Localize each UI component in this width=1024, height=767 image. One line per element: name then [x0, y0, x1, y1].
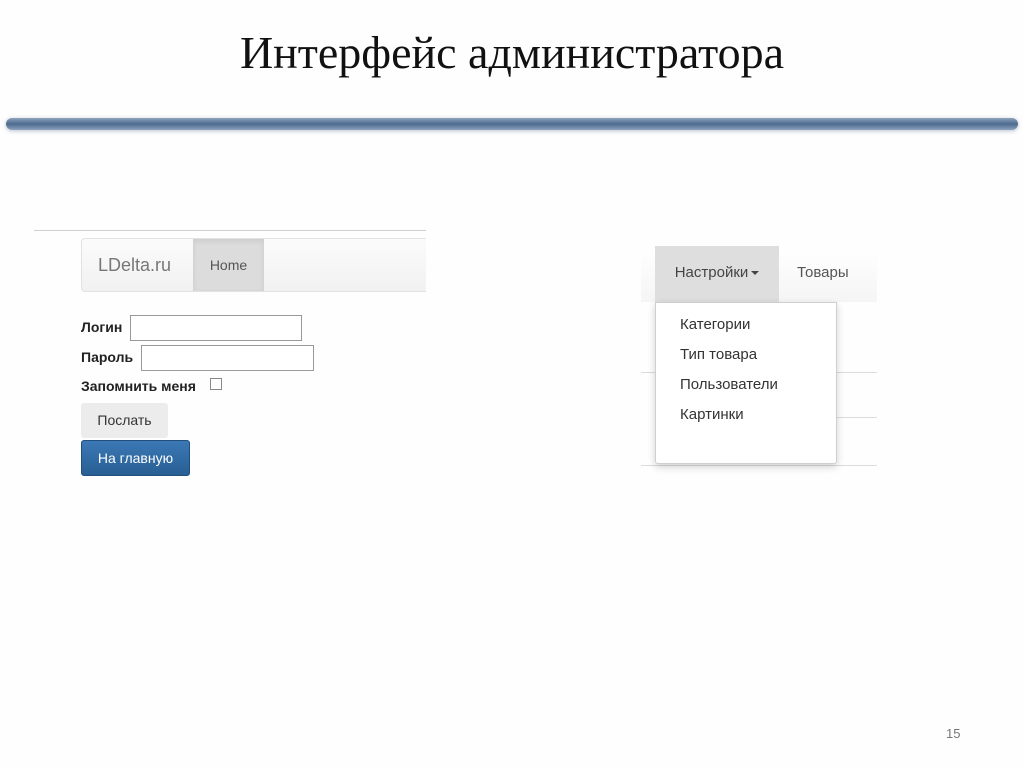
- login-screenshot: LDelta.ru Home Логин Пароль Запомнить ме…: [34, 230, 426, 490]
- dropdown-item-product-type[interactable]: Тип товара: [680, 346, 757, 363]
- caret-down-icon: [751, 271, 760, 276]
- nav-home-link[interactable]: Home: [193, 239, 264, 291]
- screenshot-top-border: [34, 230, 426, 231]
- login-input[interactable]: [130, 315, 302, 341]
- background-line: [837, 417, 877, 418]
- background-line: [837, 372, 877, 373]
- remember-me-checkbox[interactable]: [210, 378, 222, 390]
- background-line: [641, 372, 655, 373]
- menu-screenshot: Настройки Товары Категории Тип товара По…: [641, 246, 877, 468]
- settings-dropdown: Категории Тип товара Пользователи Картин…: [655, 302, 837, 464]
- menubar: Настройки Товары: [641, 246, 877, 302]
- settings-menu[interactable]: Настройки: [655, 246, 779, 302]
- password-label: Пароль: [81, 349, 134, 365]
- goods-menu[interactable]: Товары: [797, 246, 849, 300]
- go-home-button[interactable]: На главную: [81, 440, 190, 476]
- send-button[interactable]: Послать: [81, 403, 168, 438]
- navbar: LDelta.ru Home: [81, 238, 426, 292]
- password-input[interactable]: [141, 345, 314, 371]
- dropdown-item-users[interactable]: Пользователи: [680, 376, 778, 393]
- dropdown-item-pictures[interactable]: Картинки: [680, 406, 744, 423]
- slide-title: Интерфейс администратора: [239, 27, 785, 78]
- background-line: [641, 465, 877, 466]
- page-number: 15: [946, 726, 961, 741]
- remember-me-label: Запомнить меня: [81, 378, 196, 394]
- dropdown-item-categories[interactable]: Категории: [680, 316, 750, 333]
- brand-link[interactable]: LDelta.ru: [98, 239, 171, 291]
- title-divider: [6, 118, 1018, 130]
- settings-menu-label: Настройки: [674, 264, 749, 281]
- login-label: Логин: [81, 319, 123, 335]
